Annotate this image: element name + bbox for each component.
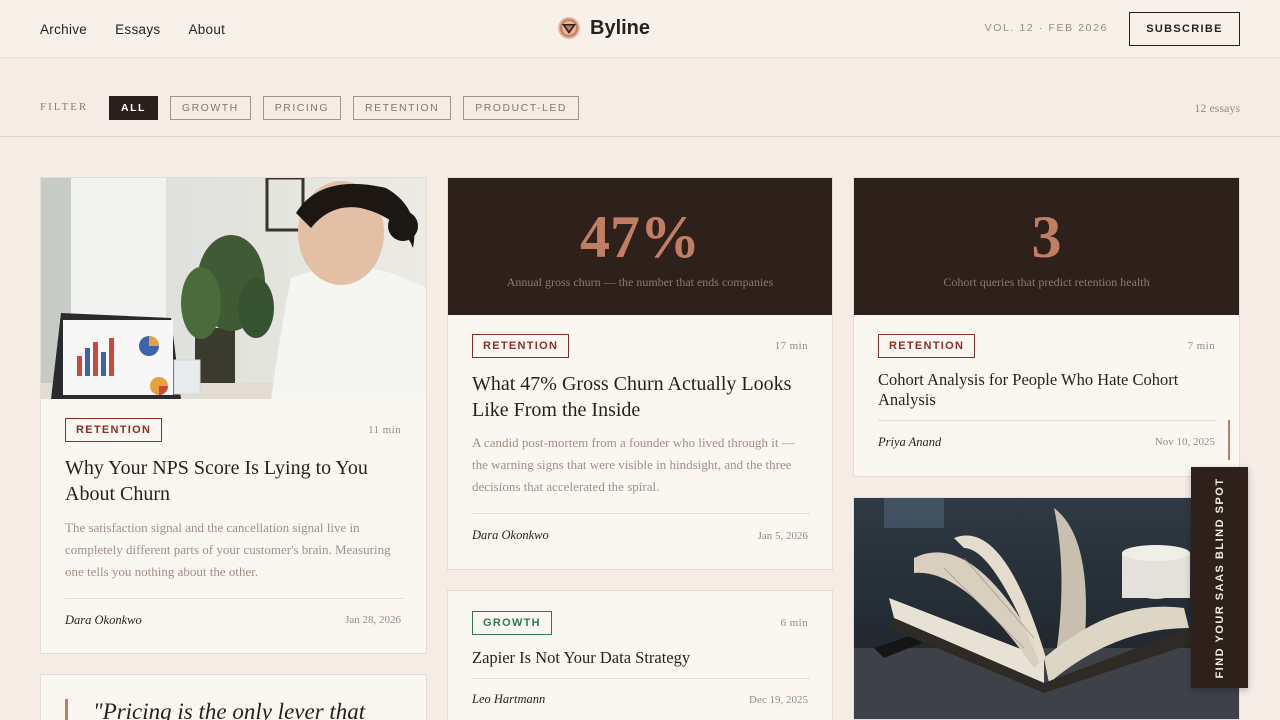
article-tag[interactable]: RETENTION (65, 418, 163, 442)
divider (878, 420, 1216, 421)
filter-chips: ALL GROWTH PRICING RETENTION PRODUCT-LED (109, 96, 579, 120)
filter-chip-all[interactable]: ALL (109, 96, 158, 120)
article-date: Nov 10, 2025 (1154, 436, 1215, 448)
quote-accent-bar (65, 699, 68, 720)
subscribe-button[interactable]: SUBSCRIBE (1129, 12, 1240, 46)
stat-panel: 3 Cohort queries that predict retention … (854, 178, 1239, 315)
scroll-accent-line (1228, 420, 1230, 460)
filter-chip-product-led[interactable]: PRODUCT-LED (463, 96, 579, 120)
article-card-book-image[interactable] (853, 497, 1240, 720)
article-tag[interactable]: GROWTH (472, 611, 552, 635)
divider (65, 598, 403, 599)
article-title[interactable]: What 47% Gross Churn Actually Looks Like… (472, 371, 812, 423)
article-tag[interactable]: RETENTION (878, 334, 976, 358)
stat-caption: Annual gross churn — the number that end… (506, 275, 774, 289)
nav-archive-link[interactable]: Archive (40, 22, 87, 37)
article-tag[interactable]: RETENTION (472, 334, 570, 358)
filter-label: FILTER (40, 101, 89, 113)
pull-quote-card[interactable]: "Pricing is the only lever that (40, 674, 427, 720)
divider (472, 678, 810, 679)
essay-count: 12 essays (1194, 101, 1240, 115)
article-title[interactable]: Why Your NPS Score Is Lying to You About… (65, 455, 395, 507)
open-book-photo (854, 498, 1239, 719)
stat-panel: 47% Annual gross churn — the number that… (448, 178, 832, 315)
article-date: Jan 28, 2026 (345, 614, 401, 626)
byline-logo-icon (558, 17, 580, 39)
nav-essays-link[interactable]: Essays (115, 22, 160, 37)
article-excerpt: A candid post-mortem from a founder who … (472, 435, 795, 494)
filter-bar: FILTER ALL GROWTH PRICING RETENTION PROD… (0, 59, 1280, 137)
read-time: 11 min (368, 424, 401, 436)
article-card-cohort[interactable]: 3 Cohort queries that predict retention … (853, 177, 1240, 477)
article-date: Jan 5, 2026 (757, 530, 808, 542)
article-card-nps[interactable]: RETENTION 11 min Why Your NPS Score Is L… (40, 177, 427, 654)
read-time: 7 min (1187, 340, 1215, 352)
filter-chip-pricing[interactable]: PRICING (262, 96, 342, 120)
article-excerpt: The satisfaction signal and the cancella… (65, 520, 391, 579)
article-author[interactable]: Dara Okonkwo (65, 613, 142, 628)
article-author[interactable]: Priya Anand (878, 435, 941, 450)
main-nav: Archive Essays About (40, 0, 225, 58)
filter-chip-growth[interactable]: GROWTH (169, 96, 251, 120)
article-title[interactable]: Cohort Analysis for People Who Hate Coho… (878, 370, 1208, 410)
stat-number: 3 (1031, 204, 1062, 270)
side-tab-label: FIND YOUR SAAS BLIND SPOT (1213, 476, 1226, 679)
read-time: 6 min (780, 617, 808, 629)
filter-chip-retention[interactable]: RETENTION (353, 96, 452, 120)
article-card-gross-churn[interactable]: 47% Annual gross churn — the number that… (447, 177, 833, 570)
article-card-zapier[interactable]: GROWTH 6 min Zapier Is Not Your Data Str… (447, 590, 833, 720)
article-author[interactable]: Leo Hartmann (472, 692, 545, 707)
brand-name: Byline (590, 16, 651, 39)
issue-label: VOL. 12 · FEB 2026 (984, 22, 1108, 34)
pull-quote-text: "Pricing is the only lever that (93, 699, 366, 720)
article-date: Dec 19, 2025 (749, 694, 808, 706)
article-author[interactable]: Dara Okonkwo (472, 528, 549, 543)
article-title[interactable]: Zapier Is Not Your Data Strategy (472, 648, 812, 668)
brand[interactable]: Byline (557, 16, 650, 40)
divider (472, 513, 810, 514)
woman-working-laptop-photo (41, 178, 426, 399)
nav-about-link[interactable]: About (188, 22, 225, 37)
stat-caption: Cohort queries that predict retention he… (943, 275, 1150, 289)
stat-number: 47% (580, 204, 700, 270)
read-time: 17 min (774, 340, 808, 352)
blind-spot-side-tab[interactable]: FIND YOUR SAAS BLIND SPOT (1191, 467, 1248, 688)
site-header: Archive Essays About Byline VOL. 12 · FE… (0, 0, 1280, 58)
